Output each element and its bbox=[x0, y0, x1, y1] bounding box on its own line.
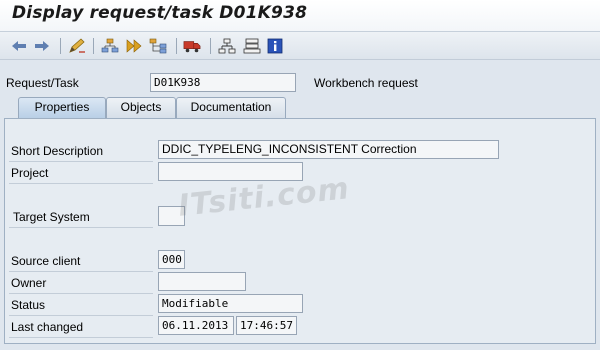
row-divider bbox=[9, 293, 153, 294]
window-title: Display request/task D01K938 bbox=[12, 3, 308, 23]
tab-properties[interactable]: Properties bbox=[18, 97, 106, 118]
project-label: Project bbox=[11, 166, 49, 180]
properties-panel: Short Description DDIC_TYPELENG_INCONSIS… bbox=[4, 118, 596, 344]
stacked-list-icon[interactable] bbox=[243, 37, 261, 55]
request-type-text: Workbench request bbox=[314, 76, 418, 90]
transport-truck-icon[interactable] bbox=[183, 37, 201, 55]
short-description-field[interactable]: DDIC_TYPELENG_INCONSISTENT Correction bbox=[158, 140, 499, 159]
status-label: Status bbox=[11, 298, 46, 312]
row-divider bbox=[9, 315, 153, 316]
toolbar-separator bbox=[210, 38, 211, 54]
edit-pencil-icon[interactable] bbox=[68, 37, 86, 55]
hierarchy-up-icon[interactable] bbox=[101, 37, 119, 55]
owner-label: Owner bbox=[11, 276, 47, 290]
toolbar-separator bbox=[93, 38, 94, 54]
row-divider bbox=[9, 227, 153, 228]
owner-field[interactable] bbox=[158, 272, 246, 291]
row-divider bbox=[9, 271, 153, 272]
request-row: Request/Task D01K938 Workbench request bbox=[0, 72, 600, 94]
title-bar: Display request/task D01K938 bbox=[0, 0, 600, 32]
last-changed-label: Last changed bbox=[11, 320, 84, 334]
target-system-label: Target System bbox=[13, 210, 90, 224]
request-task-field[interactable]: D01K938 bbox=[150, 73, 296, 92]
execute-icon[interactable] bbox=[125, 37, 143, 55]
last-changed-date-field[interactable]: 06.11.2013 bbox=[158, 316, 234, 335]
source-client-field[interactable]: 000 bbox=[158, 250, 185, 269]
row-divider bbox=[9, 183, 153, 184]
request-task-label: Request/Task bbox=[6, 76, 79, 90]
forward-arrow-icon[interactable] bbox=[33, 37, 51, 55]
tab-documentation[interactable]: Documentation bbox=[176, 97, 286, 118]
org-chart-icon[interactable] bbox=[218, 37, 236, 55]
tab-objects[interactable]: Objects bbox=[106, 97, 176, 118]
application-toolbar bbox=[0, 32, 600, 60]
toolbar-separator bbox=[60, 38, 61, 54]
hierarchy-icon[interactable] bbox=[149, 37, 167, 55]
status-field[interactable]: Modifiable bbox=[158, 294, 303, 313]
back-arrow-icon[interactable] bbox=[10, 37, 28, 55]
source-client-label: Source client bbox=[11, 254, 81, 268]
row-divider bbox=[9, 337, 153, 338]
short-description-label: Short Description bbox=[11, 144, 104, 158]
last-changed-time-field[interactable]: 17:46:57 bbox=[236, 316, 297, 335]
row-divider bbox=[9, 161, 153, 162]
info-icon[interactable] bbox=[266, 37, 284, 55]
toolbar-separator bbox=[176, 38, 177, 54]
